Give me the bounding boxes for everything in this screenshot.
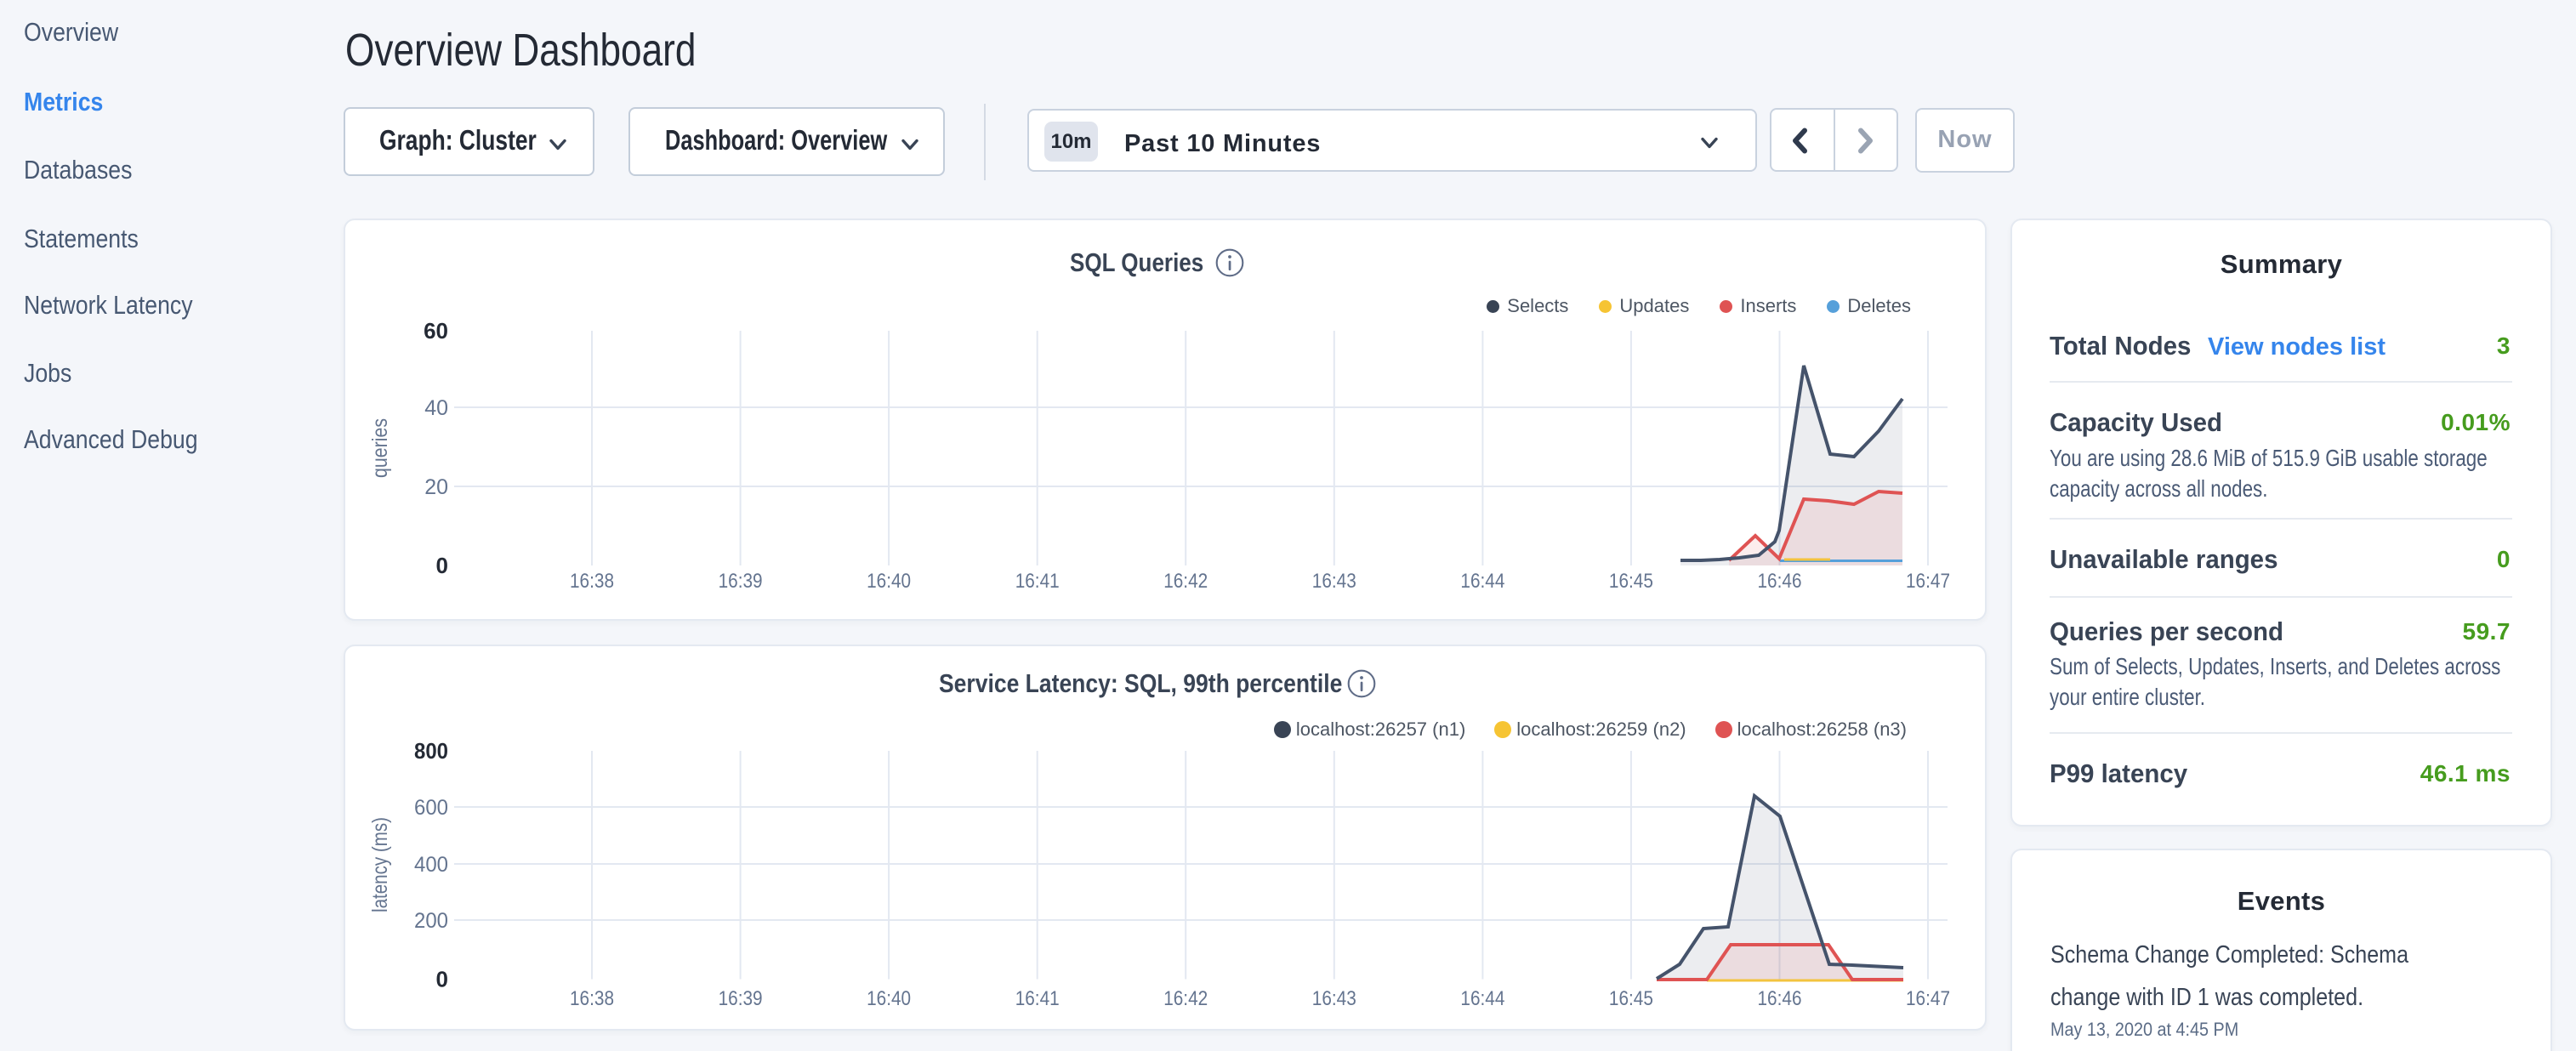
svg-text:16:44: 16:44 (1460, 570, 1504, 593)
svg-text:200: 200 (414, 909, 448, 933)
svg-text:16:38: 16:38 (570, 570, 614, 593)
svg-text:16:42: 16:42 (1163, 987, 1208, 1010)
svg-text:16:38: 16:38 (570, 987, 614, 1010)
svg-text:16:46: 16:46 (1758, 570, 1802, 593)
svg-text:16:45: 16:45 (1609, 987, 1653, 1010)
svg-text:16:41: 16:41 (1015, 570, 1060, 593)
svg-text:16:47: 16:47 (1906, 987, 1950, 1010)
svg-text:16:39: 16:39 (719, 987, 763, 1010)
svg-text:16:44: 16:44 (1460, 987, 1504, 1010)
svg-text:16:45: 16:45 (1609, 570, 1653, 593)
svg-text:40: 40 (424, 396, 448, 420)
svg-text:16:40: 16:40 (867, 570, 911, 593)
svg-text:0: 0 (436, 553, 448, 578)
svg-text:16:40: 16:40 (867, 987, 911, 1010)
svg-text:60: 60 (424, 318, 448, 344)
svg-text:16:46: 16:46 (1758, 987, 1802, 1010)
svg-text:16:47: 16:47 (1906, 570, 1950, 593)
svg-text:800: 800 (414, 738, 448, 764)
svg-text:0: 0 (436, 967, 448, 992)
svg-text:16:42: 16:42 (1163, 570, 1208, 593)
svg-text:latency (ms): latency (ms) (368, 817, 392, 912)
svg-text:20: 20 (424, 475, 448, 499)
svg-text:16:39: 16:39 (719, 570, 763, 593)
svg-text:16:41: 16:41 (1015, 987, 1060, 1010)
svg-text:queries: queries (368, 418, 392, 478)
svg-text:400: 400 (414, 853, 448, 877)
svg-text:16:43: 16:43 (1312, 570, 1356, 593)
svg-text:600: 600 (414, 796, 448, 820)
svg-text:16:43: 16:43 (1312, 987, 1356, 1010)
